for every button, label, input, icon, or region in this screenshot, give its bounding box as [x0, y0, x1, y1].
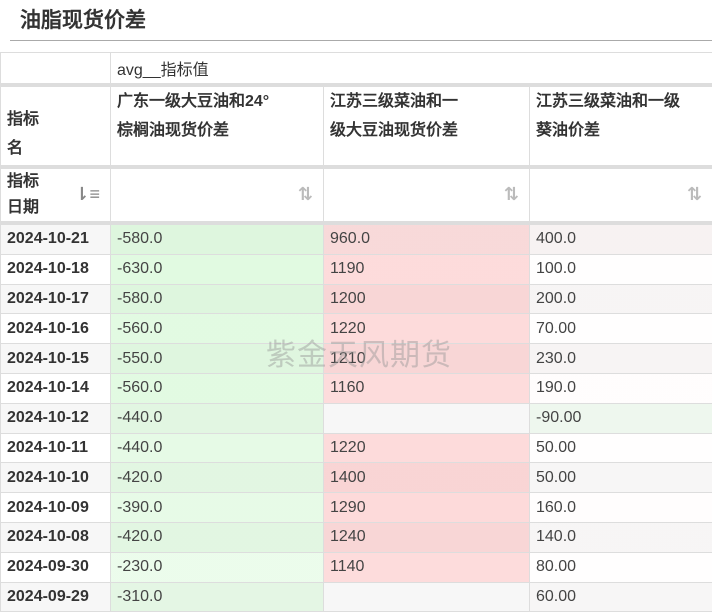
corner-cell [0, 52, 111, 86]
value-cell: -560.0 [110, 313, 324, 345]
column-header-row: 指标名 广东一级大豆油和24°棕榈油现货价差 江苏三级菜油和一级大豆油现货价差 … [0, 83, 712, 168]
pivot-table: avg__指标值 指标名 广东一级大豆油和24°棕榈油现货价差 江苏三级菜油和一… [0, 52, 712, 612]
table-row: 2024-10-18 -630.0 1190 100.0 [0, 253, 712, 285]
value-cell: -390.0 [110, 492, 324, 523]
value-cell: 960.0 [323, 222, 530, 255]
date-cell: 2024-10-12 [0, 402, 111, 434]
row-header-date: 指标日期 ⇂≡ [0, 165, 111, 225]
sort-cell: ⇅ [528, 165, 712, 225]
value-cell: 200.0 [528, 283, 712, 315]
value-cell: -90.00 [528, 402, 712, 434]
sort-icon[interactable]: ⇅ [504, 181, 519, 207]
date-cell: 2024-10-16 [0, 313, 111, 345]
column-header[interactable]: 广东一级大豆油和24°棕榈油现货价差 [110, 83, 324, 168]
sort-cell: ⇅ [323, 165, 530, 225]
value-cell: 1240 [323, 521, 530, 553]
value-cell: -580.0 [110, 222, 324, 255]
table-row: 2024-10-12 -440.0 -90.00 [0, 402, 712, 434]
row-header-name-label: 指标名 [7, 111, 40, 157]
table-row: 2024-10-11 -440.0 1220 50.00 [0, 432, 712, 464]
value-cell: 1400 [323, 462, 530, 494]
value-cell: 1190 [323, 253, 530, 285]
group-header: avg__指标值 [109, 52, 712, 86]
table-row: 2024-10-08 -420.0 1240 140.0 [0, 521, 712, 553]
sort-desc-icon[interactable]: ⇂≡ [74, 181, 100, 207]
value-cell: -580.0 [110, 283, 324, 315]
value-cell: -630.0 [110, 253, 324, 285]
value-cell: 60.00 [528, 581, 712, 612]
value-cell: -420.0 [110, 462, 324, 494]
table-row: 2024-10-10 -420.0 1400 50.00 [0, 462, 712, 494]
value-cell: 230.0 [528, 343, 712, 374]
column-header[interactable]: 江苏三级菜油和一级大豆油现货价差 [323, 83, 530, 168]
value-cell: 1290 [323, 492, 530, 523]
date-cell: 2024-09-29 [0, 581, 111, 612]
row-header-name: 指标名 [0, 83, 111, 168]
table-row: 2024-09-29 -310.0 60.00 [0, 581, 712, 612]
value-cell: -440.0 [110, 402, 324, 434]
value-cell [323, 581, 530, 612]
value-cell: 100.0 [528, 253, 712, 285]
value-cell: 1210 [323, 343, 530, 374]
value-cell: 1200 [323, 283, 530, 315]
value-cell: 1160 [323, 372, 530, 404]
date-cell: 2024-10-15 [0, 343, 111, 374]
value-cell: -550.0 [110, 343, 324, 374]
column-header[interactable]: 江苏三级菜油和一级葵油价差 [528, 83, 712, 168]
value-cell: -420.0 [110, 521, 324, 553]
date-cell: 2024-10-21 [0, 222, 111, 255]
value-cell: 1220 [323, 313, 530, 345]
date-cell: 2024-10-10 [0, 462, 111, 494]
table-row: 2024-10-09 -390.0 1290 160.0 [0, 492, 712, 523]
value-cell: 70.00 [528, 313, 712, 345]
value-cell: 50.00 [528, 432, 712, 464]
date-cell: 2024-10-14 [0, 372, 111, 404]
value-cell: 1140 [323, 551, 530, 583]
date-cell: 2024-10-18 [0, 253, 111, 285]
table-row: 2024-10-17 -580.0 1200 200.0 [0, 283, 712, 315]
value-cell: 160.0 [528, 492, 712, 523]
sort-icon[interactable]: ⇅ [687, 181, 702, 207]
value-cell [323, 402, 530, 434]
row-header-date-label: 指标日期 [7, 173, 40, 216]
value-cell: -310.0 [110, 581, 324, 612]
date-cell: 2024-10-17 [0, 283, 111, 315]
date-cell: 2024-10-08 [0, 521, 111, 553]
table-row: 2024-10-15 -550.0 1210 230.0 [0, 343, 712, 374]
sort-cell: ⇅ [110, 165, 324, 225]
value-cell: -560.0 [110, 372, 324, 404]
value-cell: 400.0 [528, 222, 712, 255]
value-cell: 1220 [323, 432, 530, 464]
value-cell: 140.0 [528, 521, 712, 553]
table-row: 2024-10-16 -560.0 1220 70.00 [0, 313, 712, 345]
sort-row: 指标日期 ⇂≡ ⇅ ⇅ ⇅ [0, 165, 712, 225]
value-cell: 80.00 [528, 551, 712, 583]
sort-icon[interactable]: ⇅ [298, 181, 313, 207]
value-cell: -230.0 [110, 551, 324, 583]
value-cell: -440.0 [110, 432, 324, 464]
page-title: 油脂现货价差 [20, 7, 146, 32]
group-header-row: avg__指标值 [0, 52, 712, 86]
table-row: 2024-09-30 -230.0 1140 80.00 [0, 551, 712, 583]
date-cell: 2024-10-11 [0, 432, 111, 464]
title-divider [10, 40, 712, 41]
value-cell: 50.00 [528, 462, 712, 494]
value-cell: 190.0 [528, 372, 712, 404]
date-cell: 2024-10-09 [0, 492, 111, 523]
date-cell: 2024-09-30 [0, 551, 111, 583]
table-row: 2024-10-21 -580.0 960.0 400.0 [0, 222, 712, 255]
table-row: 2024-10-14 -560.0 1160 190.0 [0, 372, 712, 404]
